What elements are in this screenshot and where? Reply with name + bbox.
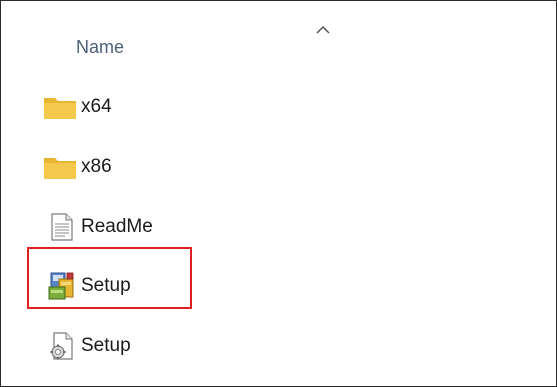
file-name: x64 xyxy=(81,96,112,117)
text-file-icon xyxy=(43,211,81,243)
config-file-icon xyxy=(43,330,81,362)
highlight-box xyxy=(27,247,192,309)
list-item-file-setup-config[interactable]: Setup xyxy=(43,326,343,366)
file-name: Setup xyxy=(81,335,131,356)
list-item-folder-x64[interactable]: x64 xyxy=(43,87,343,127)
list-item-file-readme[interactable]: ReadMe xyxy=(43,207,343,247)
file-explorer-list: Name x64 x86 ReadMe Setup Setup xyxy=(0,0,557,387)
folder-icon xyxy=(43,91,81,123)
file-name: ReadMe xyxy=(81,216,153,237)
list-item-folder-x86[interactable]: x86 xyxy=(43,147,343,187)
column-header-name[interactable]: Name xyxy=(76,37,124,58)
folder-icon xyxy=(43,151,81,183)
chevron-up-icon[interactable] xyxy=(315,23,331,35)
file-name: x86 xyxy=(81,156,112,177)
